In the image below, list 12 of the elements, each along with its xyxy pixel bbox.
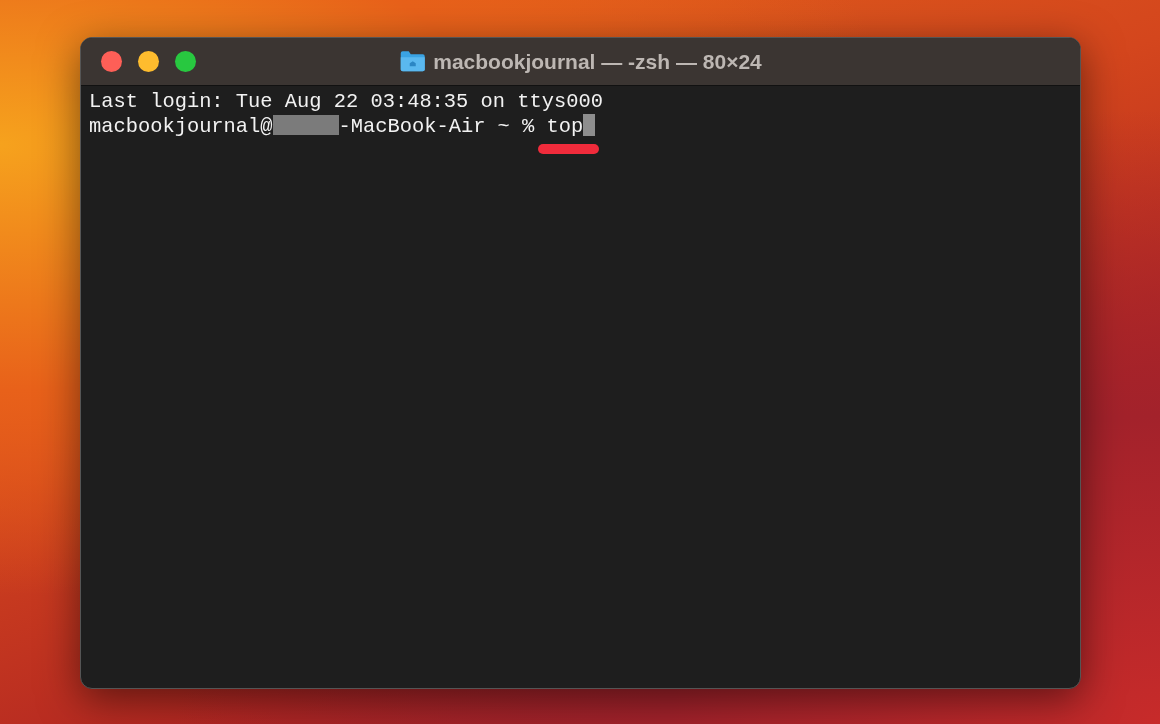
maximize-button[interactable]: [175, 51, 196, 72]
text-cursor: [583, 114, 596, 136]
close-button[interactable]: [101, 51, 122, 72]
redaction-block: [272, 115, 339, 135]
output-line: Last login: Tue Aug 22 03:48:35 on ttys000: [89, 90, 603, 114]
underline-mark: [537, 144, 600, 154]
command-text: top: [546, 115, 584, 138]
prompt-text: macbookjournal@: [89, 115, 273, 138]
prompt-text: -MacBook-Air ~ %: [338, 115, 536, 138]
minimize-button[interactable]: [138, 51, 159, 72]
window-title: macbookjournal — -zsh — 80×24: [433, 48, 762, 75]
folder-icon: [399, 50, 426, 73]
